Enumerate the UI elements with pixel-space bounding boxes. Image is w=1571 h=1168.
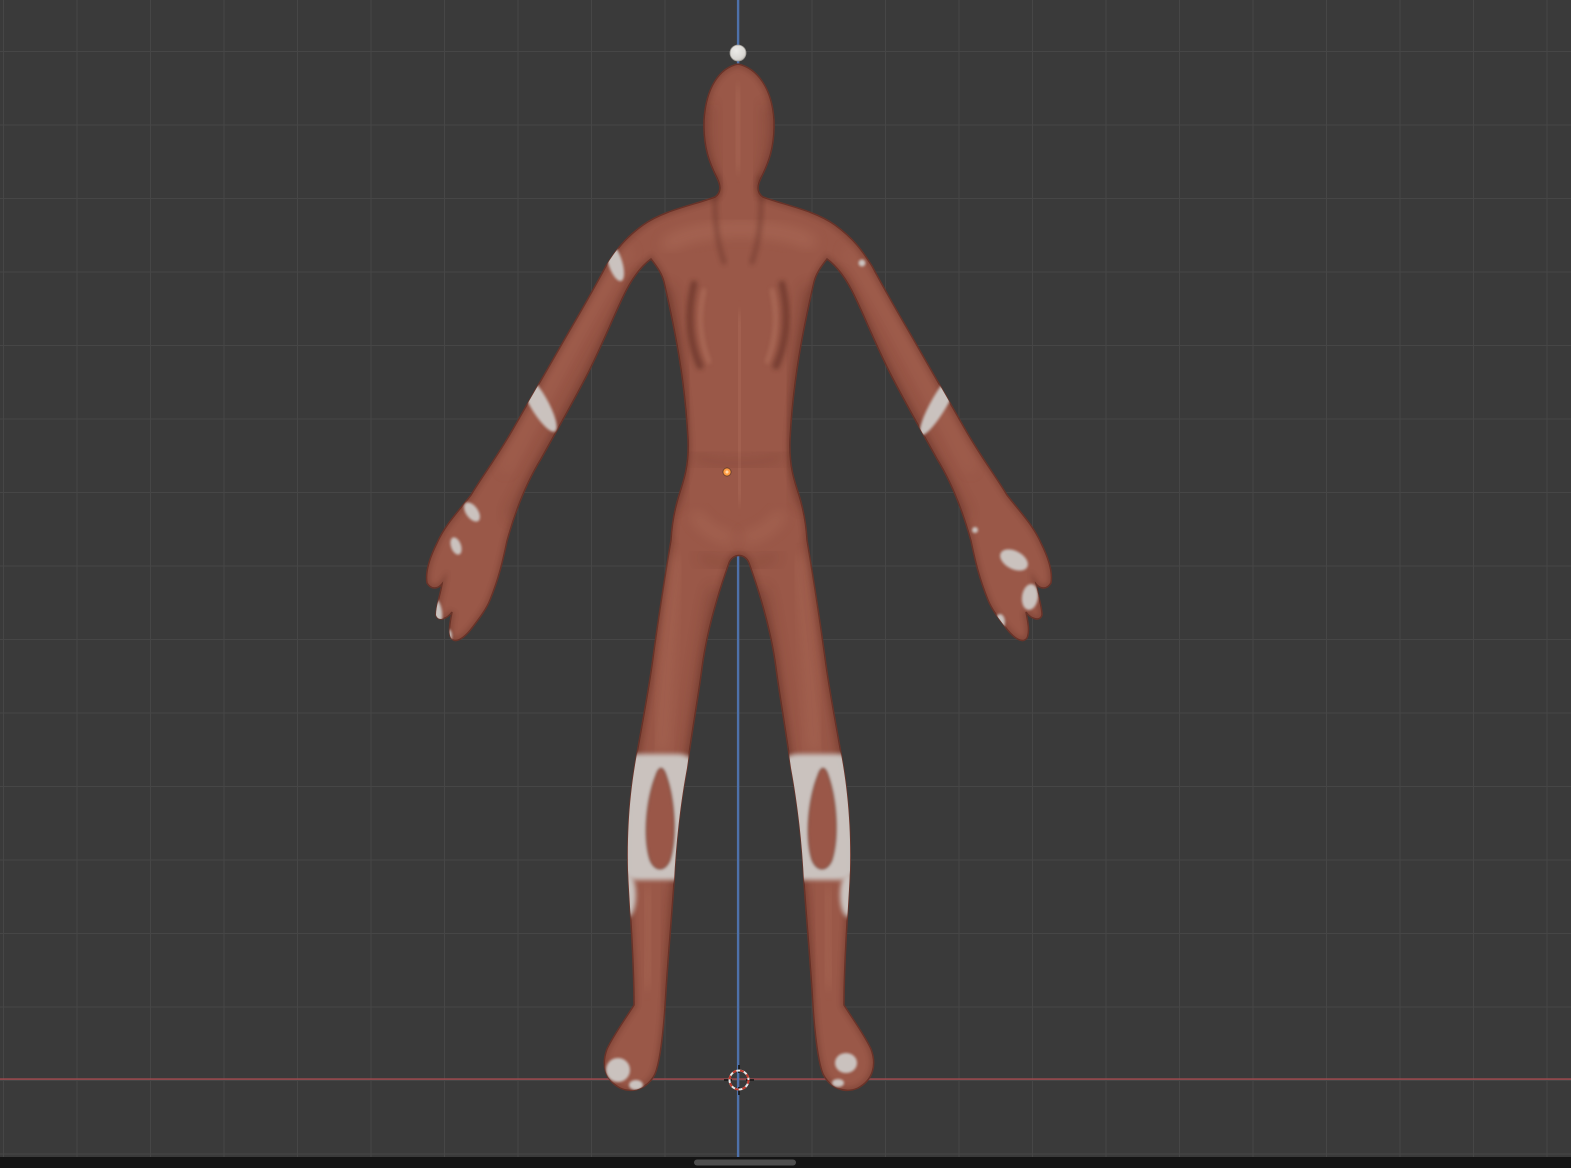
object-origin-indicator bbox=[722, 467, 732, 477]
x-axis-line bbox=[0, 1078, 1571, 1080]
timeline-scrollbar[interactable] bbox=[694, 1159, 796, 1166]
viewport-canvas[interactable] bbox=[0, 0, 1571, 1168]
viewport-window bbox=[0, 0, 1571, 1168]
timeline-strip bbox=[0, 1157, 1571, 1168]
marker-sphere-object[interactable] bbox=[729, 44, 747, 62]
